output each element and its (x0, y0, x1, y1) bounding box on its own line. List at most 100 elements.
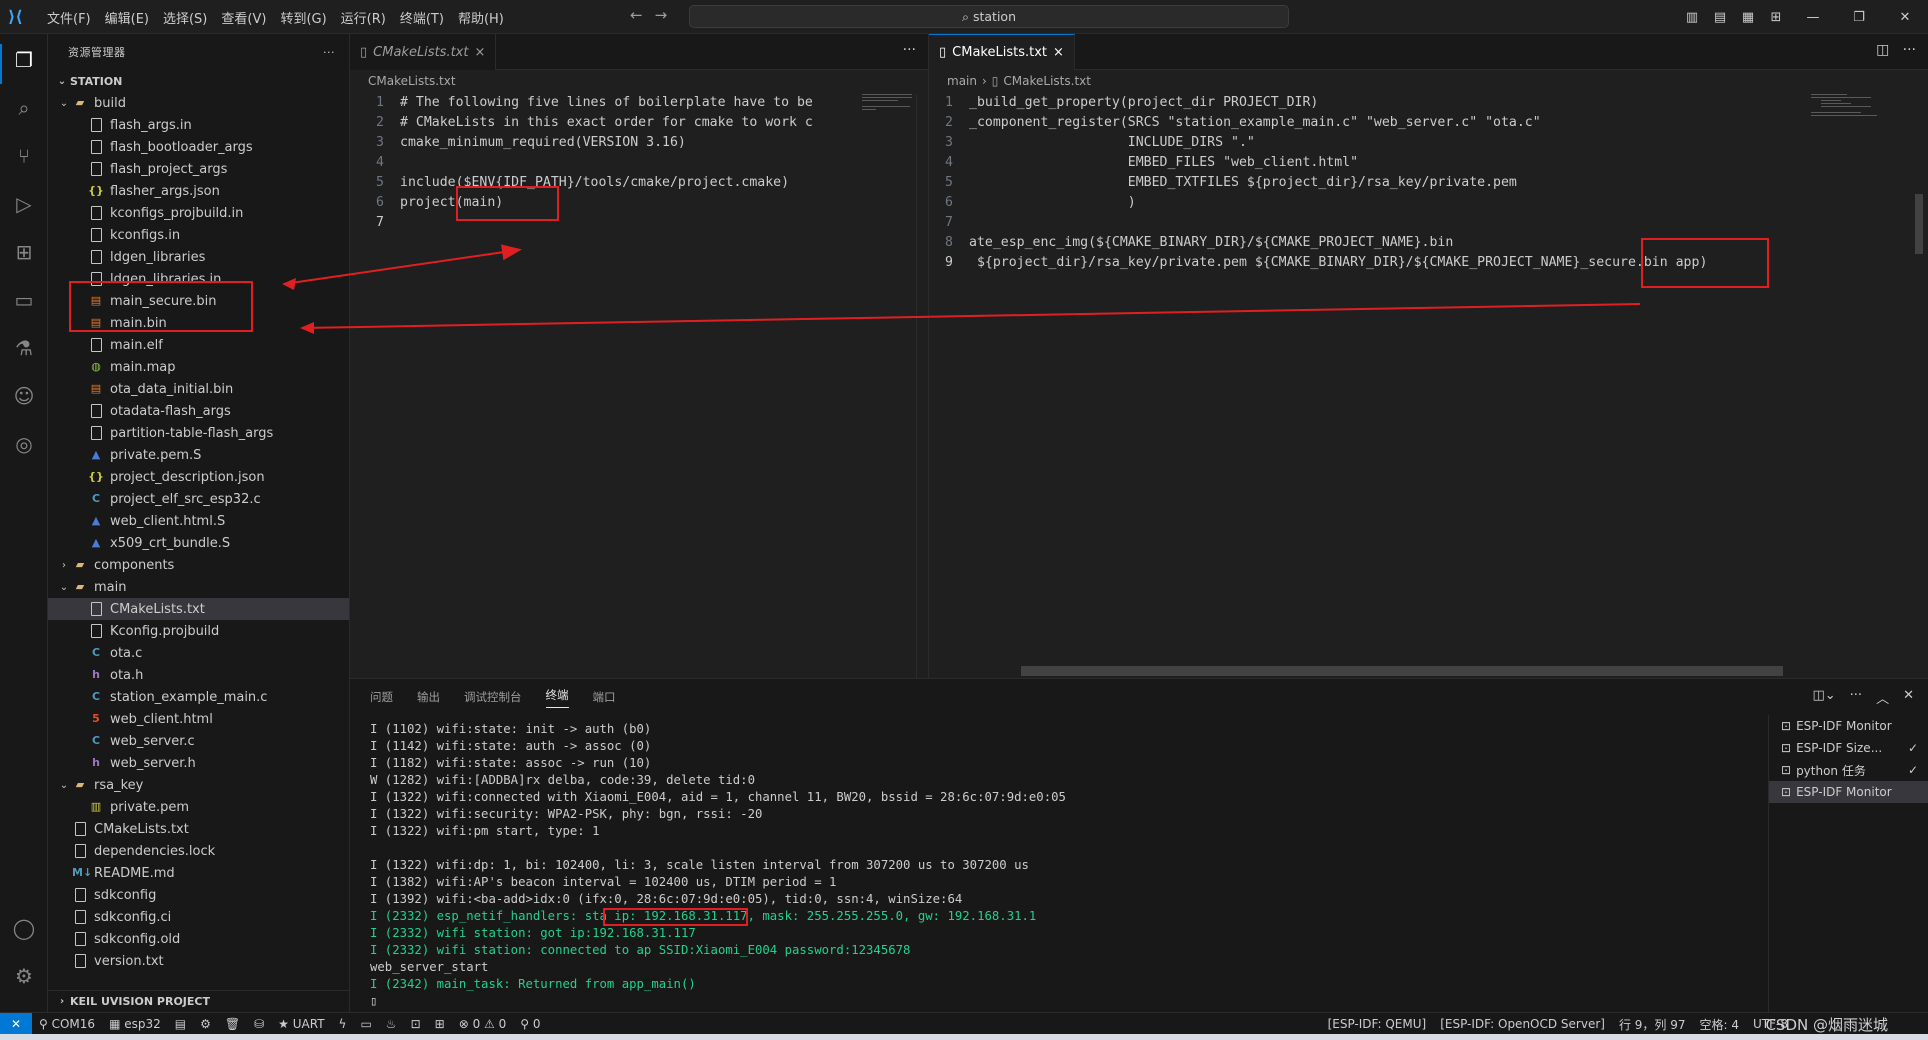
breadcrumb-folder[interactable]: main (947, 74, 977, 88)
terminal-output[interactable]: I (1102) wifi:state: init -> auth (b0) I … (370, 721, 1066, 1010)
close-window-button[interactable]: ✕ (1882, 10, 1928, 25)
remote-indicator-icon[interactable]: ✕ (0, 1012, 32, 1035)
tab-output[interactable]: 输出 (417, 689, 440, 705)
tab-terminal[interactable]: 终端 (545, 687, 569, 708)
menu-view[interactable]: 查看(V) (214, 8, 273, 27)
qemu-status[interactable]: [ESP-IDF: QEMU] (1321, 1017, 1434, 1031)
tree-item[interactable]: 5 web_client.html (48, 708, 349, 730)
horizontal-scrollbar-thumb[interactable] (1021, 666, 1783, 676)
menu-terminal[interactable]: 终端(T) (393, 8, 451, 27)
minimap-left[interactable] (862, 92, 922, 132)
tree-item[interactable]: flash_args.in (48, 114, 349, 136)
tab-cmakelists-right[interactable]: ▯ CMakeLists.txt × (929, 34, 1075, 70)
menu-run[interactable]: 运行(R) (334, 8, 393, 27)
cursor-position[interactable]: 行 9，列 97 (1612, 1016, 1693, 1033)
tree-item[interactable]: ◍ main.map (48, 356, 349, 378)
tree-item[interactable]: ▲ private.pem.S (48, 444, 349, 466)
menu-help[interactable]: 帮助(H) (451, 8, 511, 27)
command-center-search[interactable]: ⌕ station (689, 5, 1289, 28)
tree-item[interactable]: ▥ private.pem (48, 796, 349, 818)
tree-item[interactable]: Cota.c (48, 642, 349, 664)
toggle-panel-icon[interactable]: ▤ (1706, 10, 1734, 25)
tree-item[interactable]: CMakeLists.txt (48, 598, 349, 620)
tree-item[interactable]: ⌄ ▰ build (48, 92, 349, 114)
tree-item[interactable]: h ota.h (48, 664, 349, 686)
run-debug-icon[interactable]: ▷ (10, 190, 38, 218)
forward-arrow-icon[interactable]: → (655, 6, 668, 24)
tree-item[interactable]: sdkconfig.ci (48, 906, 349, 928)
flame-icon[interactable]: ♨ (379, 1017, 404, 1031)
explorer-more-button[interactable]: ··· (323, 46, 335, 59)
manage-gear-icon[interactable]: ⚙ (10, 962, 38, 990)
tree-item[interactable]: ⌄ ▰ rsa_key (48, 774, 349, 796)
minimize-button[interactable]: — (1790, 10, 1836, 25)
monitor-icon[interactable]: ▭ (353, 1017, 378, 1031)
tree-item[interactable]: flash_bootloader_args (48, 136, 349, 158)
tab-problems[interactable]: 问题 (370, 689, 393, 705)
tree-item[interactable]: ▲ web_client.html.S (48, 510, 349, 532)
maximize-panel-icon[interactable]: ︿ (1876, 688, 1889, 707)
tree-item[interactable]: otadata-flash_args (48, 400, 349, 422)
tree-item[interactable]: sdkconfig.old (48, 928, 349, 950)
target-chip[interactable]: ▦ esp32 (102, 1017, 168, 1031)
back-arrow-icon[interactable]: ← (630, 6, 643, 24)
tree-item[interactable]: Kconfig.projbuild (48, 620, 349, 642)
tree-item[interactable]: h web_server.h (48, 752, 349, 774)
terminal-instance[interactable]: ⊡ ESP-IDF Size... ✓ (1769, 737, 1928, 759)
problems-count[interactable]: ⊗ 0 ⚠ 0 (452, 1017, 514, 1031)
tree-item[interactable]: version.txt (48, 950, 349, 972)
full-clean-trash-icon[interactable]: 🗑 (218, 1017, 247, 1031)
tree-item[interactable]: ldgen_libraries (48, 246, 349, 268)
accounts-icon[interactable]: ◯ (10, 914, 38, 942)
testing-icon[interactable]: ⚗ (10, 334, 38, 362)
tree-item[interactable]: Cstation_example_main.c (48, 686, 349, 708)
code-editor-right[interactable]: 1 _build_get_property(project_dir PROJECT… (919, 92, 1928, 272)
tree-item[interactable]: main.elf (48, 334, 349, 356)
build-flash-monitor-icon[interactable]: ⊞ (428, 1017, 452, 1031)
sdk-config-icon[interactable]: ▤ (168, 1017, 193, 1031)
extensions-icon[interactable]: ⊞ (10, 238, 38, 266)
split-editor-button[interactable]: ◫ ··· (1876, 42, 1916, 58)
build-cylinder-icon[interactable]: ⛁ (247, 1017, 271, 1031)
tree-item[interactable]: M↓ README.md (48, 862, 349, 884)
code-editor-left[interactable]: 1 # The following five lines of boilerpla… (350, 92, 928, 232)
close-icon[interactable]: × (1053, 45, 1064, 60)
tree-item[interactable]: sdkconfig (48, 884, 349, 906)
explorer-icon[interactable]: ❐ (10, 46, 38, 74)
menuconfig-gear-icon[interactable]: ⚙ (193, 1017, 218, 1031)
terminal-instance[interactable]: ⊡ ESP-IDF Monitor (1769, 715, 1928, 737)
tree-item[interactable]: kconfigs.in (48, 224, 349, 246)
source-control-icon[interactable]: ⑂ (10, 142, 38, 170)
terminal-instance[interactable]: ⊡ python 任务 ✓ (1769, 759, 1928, 781)
tab-cmakelists-left[interactable]: ▯ CMakeLists.txt × (350, 34, 497, 70)
ports-count[interactable]: ⚲ 0 (513, 1017, 547, 1031)
tree-item[interactable]: dependencies.lock (48, 840, 349, 862)
indentation[interactable]: 空格: 4 (1693, 1016, 1747, 1033)
openocd-status[interactable]: [ESP-IDF: OpenOCD Server] (1433, 1017, 1612, 1031)
tab-ports[interactable]: 端口 (593, 689, 616, 705)
menu-go[interactable]: 转到(G) (273, 8, 333, 27)
tree-item[interactable]: ⌄ ▰ main (48, 576, 349, 598)
menu-file[interactable]: 文件(F) (40, 8, 98, 27)
more-actions-button[interactable]: ··· (903, 42, 916, 58)
minimap-right[interactable] (1811, 92, 1877, 132)
tree-item[interactable]: {} project_description.json (48, 466, 349, 488)
split-terminal-icon[interactable]: ◫⌄ (1812, 688, 1835, 707)
tab-debug-console[interactable]: 调试控制台 (464, 689, 522, 705)
tree-item[interactable]: Cproject_elf_src_esp32.c (48, 488, 349, 510)
tree-item[interactable]: CMakeLists.txt (48, 818, 349, 840)
workspace-section-header[interactable]: ⌄ STATION (48, 70, 349, 92)
terminal-instance[interactable]: ⊡ ESP-IDF Monitor (1769, 781, 1928, 803)
vertical-scrollbar-thumb[interactable] (1915, 194, 1923, 254)
flash-bolt-icon[interactable]: ϟ (332, 1017, 354, 1031)
search-icon[interactable]: ⌕ (10, 94, 38, 122)
customize-layout-icon[interactable]: ⊞ (1762, 10, 1790, 25)
terminal-icon[interactable]: ⊡ (404, 1017, 428, 1031)
tree-item[interactable]: ▲ x509_crt_bundle.S (48, 532, 349, 554)
menu-edit[interactable]: 编辑(E) (98, 8, 156, 27)
platformio-icon[interactable]: ☺ (10, 382, 38, 410)
restore-button[interactable]: ❐ (1836, 10, 1882, 25)
more-actions-icon[interactable]: ··· (1850, 688, 1862, 707)
close-panel-icon[interactable]: ✕ (1903, 688, 1914, 707)
com-port[interactable]: ⚲ COM16 (32, 1017, 102, 1031)
